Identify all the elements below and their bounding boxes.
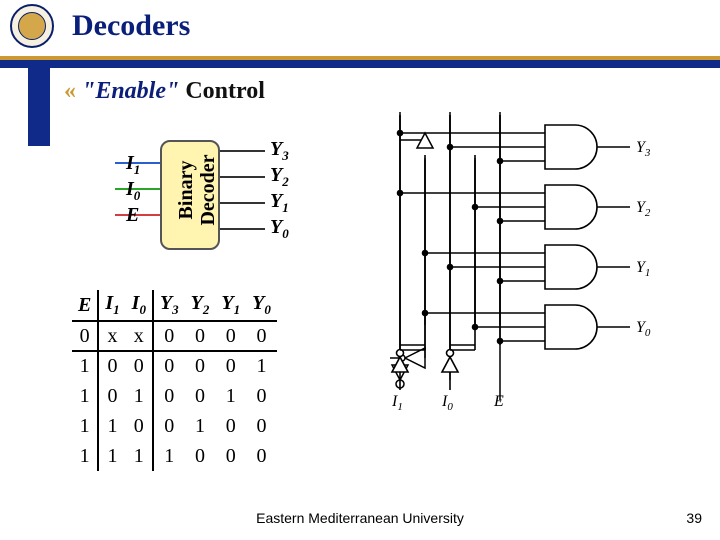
truth-table-cell: 0 (185, 321, 216, 351)
truth-table-cell: 1 (72, 411, 98, 441)
slide-subtitle: «"Enable" Control (64, 78, 265, 105)
truth-table-cell: 1 (72, 441, 98, 471)
and-gate-y1 (520, 245, 630, 289)
truth-table-cell: 1 (98, 411, 125, 441)
circuit-label-y2: Y2 (636, 199, 651, 219)
decoder-block-diagram: I1 I0 E BinaryDecoder Y3 Y2 Y1 Y0 (80, 130, 330, 270)
truth-table-cell: 0 (185, 441, 216, 471)
truth-table-cell: 0 (153, 411, 185, 441)
truth-table-cell: x (126, 321, 153, 351)
truth-table-row: 1100100 (72, 411, 277, 441)
truth-table-cell: 1 (98, 441, 125, 471)
bullet-star-icon: « (64, 78, 76, 104)
truth-table-header: Y0 (246, 290, 277, 321)
page-number: 39 (686, 510, 702, 526)
truth-table-header: E (72, 290, 98, 321)
institution-logo (10, 4, 54, 48)
truth-table-cell: 0 (153, 321, 185, 351)
truth-table-cell: 0 (126, 351, 153, 381)
truth-table-cell: 0 (98, 351, 125, 381)
truth-table-cell: 1 (126, 441, 153, 471)
truth-table-cell: 1 (215, 381, 246, 411)
truth-table-cell: 0 (153, 351, 185, 381)
decoder-box-label: BinaryDecoder (175, 140, 235, 240)
truth-table-row: 1000001 (72, 351, 277, 381)
truth-table-cell: 0 (185, 381, 216, 411)
truth-table-cell: 0 (72, 321, 98, 351)
truth-table-cell: 0 (215, 351, 246, 381)
footer-org: Eastern Mediterranean University (0, 510, 720, 526)
block-output-y0: Y0 (270, 216, 289, 242)
block-input-i1: I1 (126, 152, 140, 178)
circuit-label-e: E (493, 393, 504, 410)
truth-table-row: 1111000 (72, 441, 277, 471)
logic-circuit-schematic: Y3 Y2 Y1 Y0 I1 I0 E (370, 100, 690, 420)
truth-table: EI1I0Y3Y2Y1Y0 0xx00001000001101001011001… (72, 290, 277, 471)
circuit-label-y0: Y0 (636, 319, 651, 339)
and-gate-y3 (520, 125, 630, 169)
block-output-y3: Y3 (270, 138, 289, 164)
truth-table-cell: 0 (153, 381, 185, 411)
truth-table-cell: 0 (98, 381, 125, 411)
truth-table-header: I0 (126, 290, 153, 321)
block-input-e: E (126, 204, 139, 227)
circuit-label-y1: Y1 (636, 259, 650, 279)
truth-table-cell: 0 (246, 441, 277, 471)
block-output-y1: Y1 (270, 190, 289, 216)
circuit-label-y3: Y3 (636, 139, 651, 159)
truth-table-cell: 1 (72, 381, 98, 411)
truth-table-cell: 0 (185, 351, 216, 381)
truth-table-cell: 0 (215, 441, 246, 471)
truth-table-cell: 1 (126, 381, 153, 411)
truth-table-header: Y1 (215, 290, 246, 321)
block-output-y2: Y2 (270, 164, 289, 190)
truth-table-row: 1010010 (72, 381, 277, 411)
truth-table-cell: x (98, 321, 125, 351)
truth-table-row: 0xx0000 (72, 321, 277, 351)
sidebar-accent (28, 68, 50, 146)
truth-table-cell: 0 (246, 381, 277, 411)
truth-table-header: Y3 (153, 290, 185, 321)
and-gate-y2 (520, 185, 630, 229)
truth-table-cell: 0 (126, 411, 153, 441)
circuit-label-i0: I0 (441, 393, 453, 413)
block-input-i0: I0 (126, 178, 140, 204)
truth-table-header: I1 (98, 290, 125, 321)
truth-table-cell: 1 (72, 351, 98, 381)
truth-table-cell: 0 (246, 411, 277, 441)
truth-table-cell: 1 (246, 351, 277, 381)
truth-table-cell: 1 (153, 441, 185, 471)
divider-blue (0, 60, 720, 68)
slide-title: Decoders (72, 9, 190, 43)
truth-table-cell: 0 (246, 321, 277, 351)
and-gate-y0 (520, 305, 630, 349)
truth-table-header: Y2 (185, 290, 216, 321)
circuit-label-i1: I1 (391, 393, 403, 413)
truth-table-cell: 0 (215, 321, 246, 351)
truth-table-cell: 1 (185, 411, 216, 441)
truth-table-cell: 0 (215, 411, 246, 441)
